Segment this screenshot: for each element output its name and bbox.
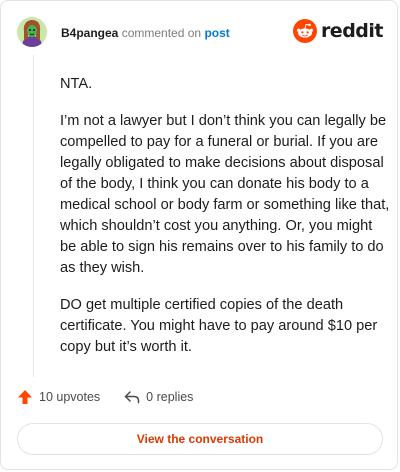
comment-actions: 10 upvotes 0 replies xyxy=(17,389,217,405)
reply-button[interactable]: 0 replies xyxy=(124,389,193,405)
thread-line xyxy=(33,55,34,377)
username-link[interactable]: B4pangea xyxy=(61,26,118,40)
reply-count: 0 replies xyxy=(146,390,194,404)
comment-body: NTA. I’m not a lawyer but I don’t think … xyxy=(60,74,390,374)
reddit-logo[interactable]: reddit xyxy=(292,19,384,43)
upvote-arrow-icon xyxy=(18,390,32,404)
upvote-button[interactable]: 10 upvotes xyxy=(17,389,100,405)
upvote-count: 10 upvotes xyxy=(39,390,101,404)
comment-paragraph: I’m not a lawyer but I don’t think you c… xyxy=(60,113,390,276)
comment-paragraph: DO get multiple certified copies of the … xyxy=(60,297,378,355)
avatar[interactable] xyxy=(17,17,47,47)
avatar-icon xyxy=(17,17,47,47)
commented-on-text: commented on xyxy=(121,26,202,40)
reddit-snoo-icon xyxy=(292,19,317,43)
reply-arrow-icon xyxy=(124,391,140,404)
comment-header: B4pangea commented on post xyxy=(61,26,230,40)
view-conversation-button[interactable]: View the conversation xyxy=(17,423,383,455)
comment-card: B4pangea commented on post reddit NTA. I… xyxy=(0,0,398,470)
comment-paragraph: NTA. xyxy=(60,76,93,92)
reddit-wordmark: reddit xyxy=(320,20,384,42)
post-link[interactable]: post xyxy=(204,26,229,40)
